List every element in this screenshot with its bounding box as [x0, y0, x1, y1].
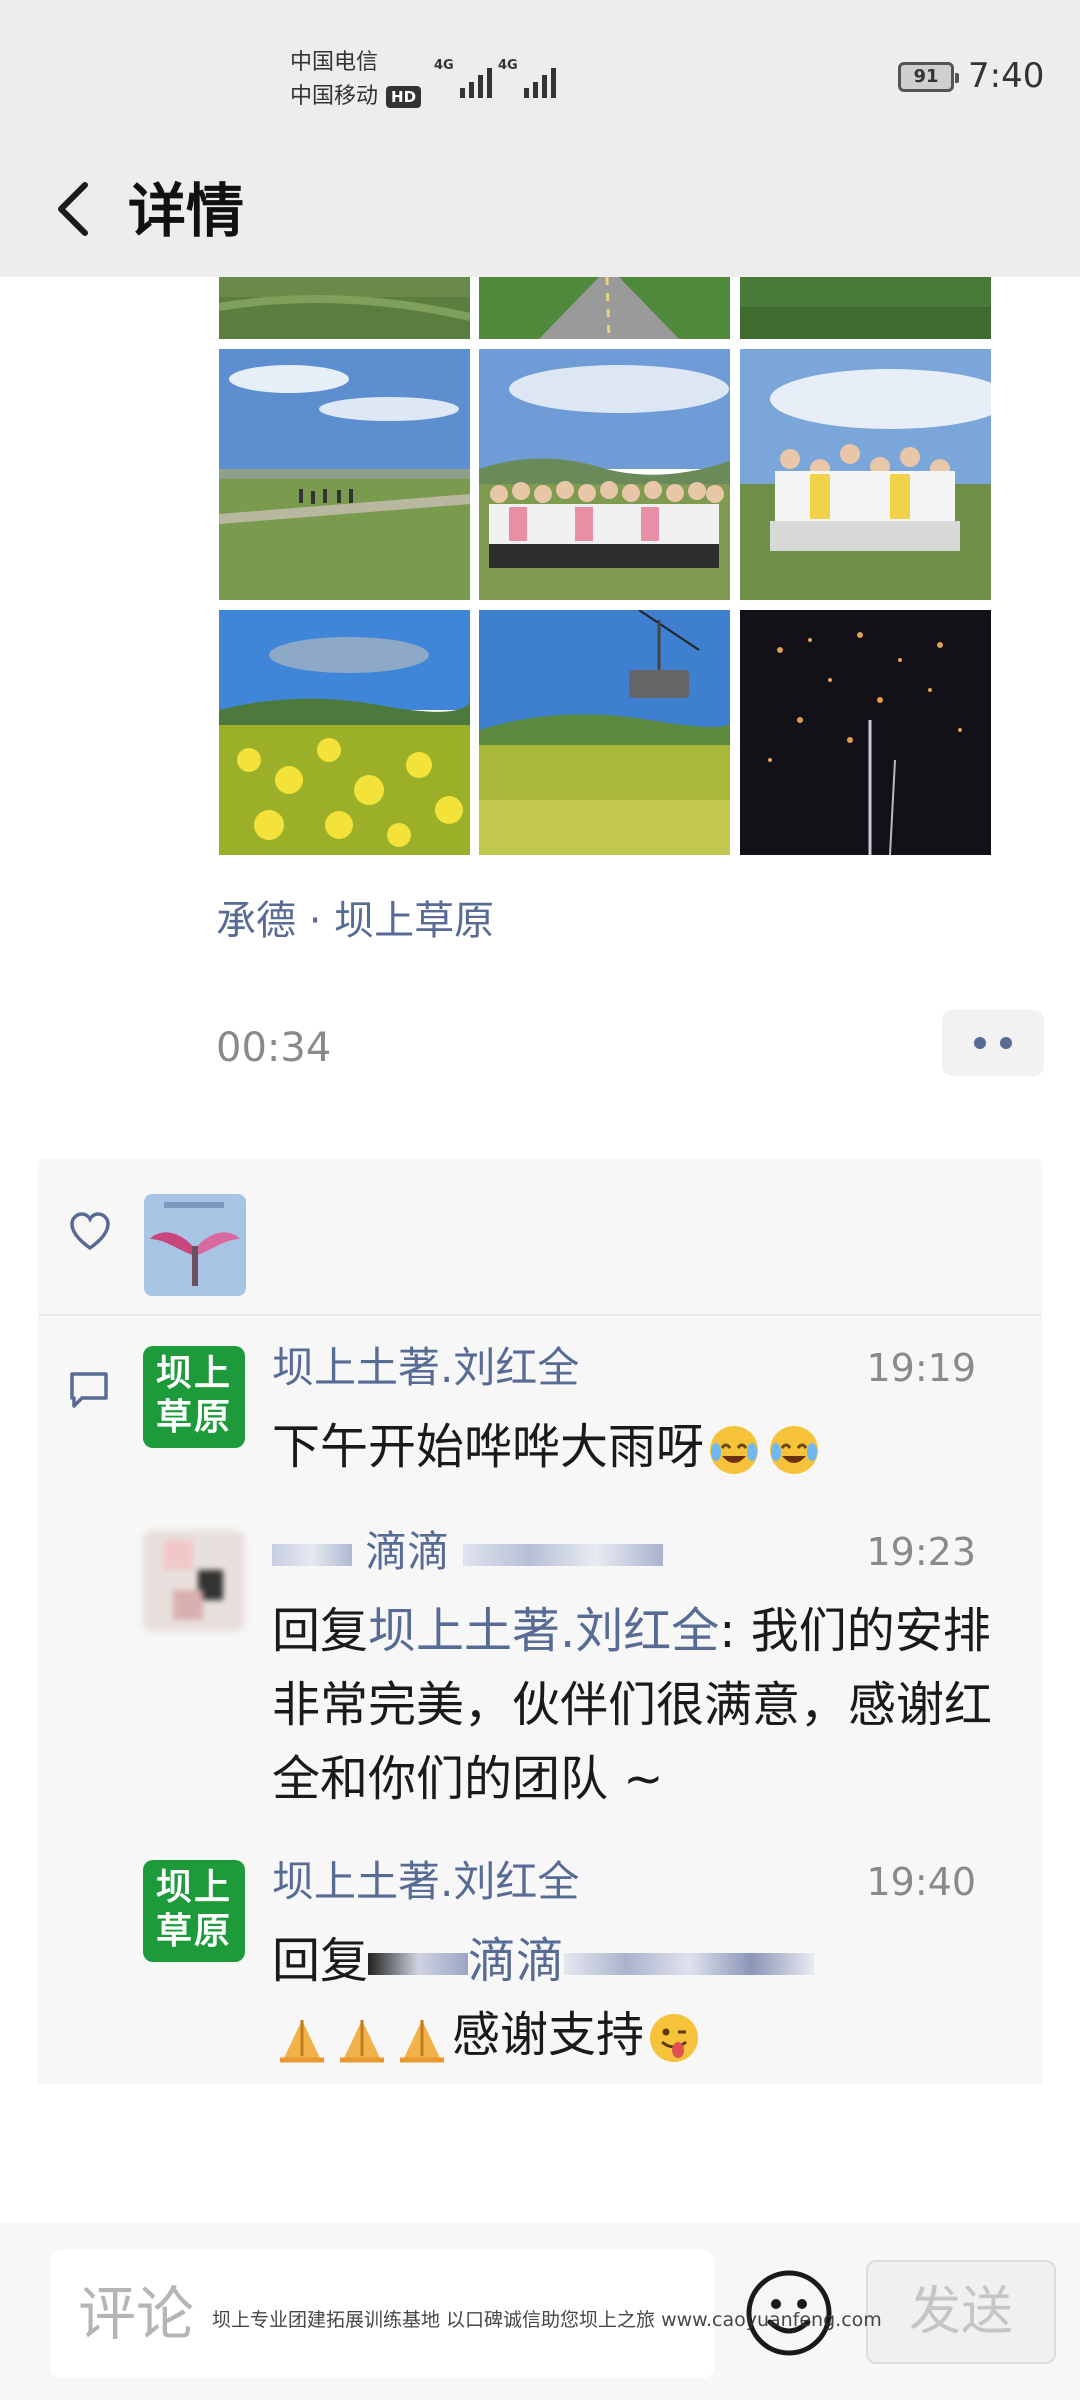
status-bar: 中国电信 中国移动 HD 4G 4G 91 7:40: [0, 0, 1080, 145]
post-time: 00:34: [216, 1025, 332, 1071]
likes-panel: [38, 1158, 1042, 1314]
comment-body-1: 下午开始哗哗大雨呀: [272, 1419, 705, 1475]
comment-author-1[interactable]: 坝上土著.刘红全: [272, 1340, 579, 1396]
comment-author-2-visible: 滴滴: [365, 1527, 450, 1576]
signal-2-icon: 4G: [498, 58, 556, 98]
comment-time-1: 19:19: [866, 1346, 976, 1390]
post-photo-1[interactable]: [219, 277, 470, 339]
post-photo-3[interactable]: [740, 277, 991, 339]
comment-text-1: 下午开始哗哗大雨呀: [272, 1410, 1012, 1484]
hd-badge: HD: [386, 86, 422, 108]
reply-mention-2[interactable]: 坝上土著.刘红全: [368, 1603, 719, 1659]
signal-1-icon: 4G: [434, 58, 492, 98]
post-photo-7[interactable]: [219, 610, 470, 855]
comment-text-3: 回复 滴滴 感谢支持: [272, 1924, 1012, 2072]
clasped-hands-emoji-icon: [340, 2020, 384, 2063]
laughing-tears-emoji-icon: [710, 1426, 759, 1474]
network-2-label: 4G: [498, 58, 518, 73]
battery-icon: 91: [898, 62, 959, 92]
comment-author-3[interactable]: 坝上土著.刘红全: [272, 1854, 579, 1910]
comment-body-3: 感谢支持: [452, 2007, 645, 2063]
angel-wings-avatar[interactable]: [144, 1194, 246, 1296]
post-photo-8[interactable]: [479, 610, 730, 855]
comment-avatar-3[interactable]: 坝上 草原: [143, 1860, 245, 1962]
post-photo-6[interactable]: [740, 349, 991, 600]
comment-author-2[interactable]: 滴滴: [272, 1524, 663, 1580]
chevron-left-icon: [58, 182, 88, 236]
comment-time-3: 19:40: [866, 1860, 976, 1904]
heart-icon: [70, 1212, 110, 1251]
avatar-line-1: 坝上: [155, 1867, 232, 1908]
reply-prefix-3: 回复: [272, 1933, 369, 1989]
battery-level: 91: [913, 66, 939, 87]
post-photo-9[interactable]: [740, 610, 991, 855]
back-button[interactable]: [38, 169, 108, 249]
carrier-2-label: 中国移动: [290, 84, 379, 109]
reply-prefix-2: 回复: [272, 1603, 369, 1659]
comments-panel: 坝上 草原 坝上土著.刘红全 19:19 下午开始哗哗大雨呀 滴滴 19:23 …: [38, 1316, 1042, 2084]
post-photo-4[interactable]: [219, 349, 470, 600]
network-1-label: 4G: [434, 58, 454, 73]
watermark-text: 坝上专业团建拓展训练基地 以口碑诚信助您坝上之旅 www.caoyuanfeng…: [212, 2309, 882, 2331]
post-photo-2[interactable]: [479, 277, 730, 339]
reply-mention-3[interactable]: 滴滴: [468, 1933, 564, 1989]
send-button[interactable]: 发送: [866, 2260, 1056, 2364]
post-location-link[interactable]: 承德 · 坝上草原: [216, 893, 494, 949]
clasped-hands-emoji-icon: [400, 2020, 444, 2063]
winking-tongue-emoji-icon: [650, 2014, 699, 2062]
clock: 7:40: [968, 56, 1045, 96]
page-title: 详情: [128, 177, 245, 245]
clasped-hands-emoji-icon: [280, 2020, 324, 2063]
title-bar: 详情: [0, 145, 1080, 277]
comment-avatar-1[interactable]: 坝上 草原: [143, 1346, 245, 1448]
avatar-line-2: 草原: [155, 1911, 232, 1952]
carrier-1-label: 中国电信: [290, 50, 379, 75]
laughing-tears-emoji-icon: [770, 1426, 819, 1474]
more-dots-icon[interactable]: [942, 1010, 1044, 1076]
carrier-info: 中国电信 中国移动 HD: [290, 46, 422, 114]
comment-time-2: 19:23: [866, 1530, 976, 1574]
avatar-line-2: 草原: [155, 1397, 232, 1438]
avatar-line-1: 坝上: [155, 1353, 232, 1394]
comment-avatar-2[interactable]: [143, 1530, 245, 1632]
comment-text-2: 回复坝上土著.刘红全: 我们的安排非常完美，伙伴们很满意，感谢红全和你们的团队 …: [272, 1594, 1012, 1816]
comment-icon: [70, 1372, 108, 1408]
post-photo-5[interactable]: [479, 349, 730, 600]
